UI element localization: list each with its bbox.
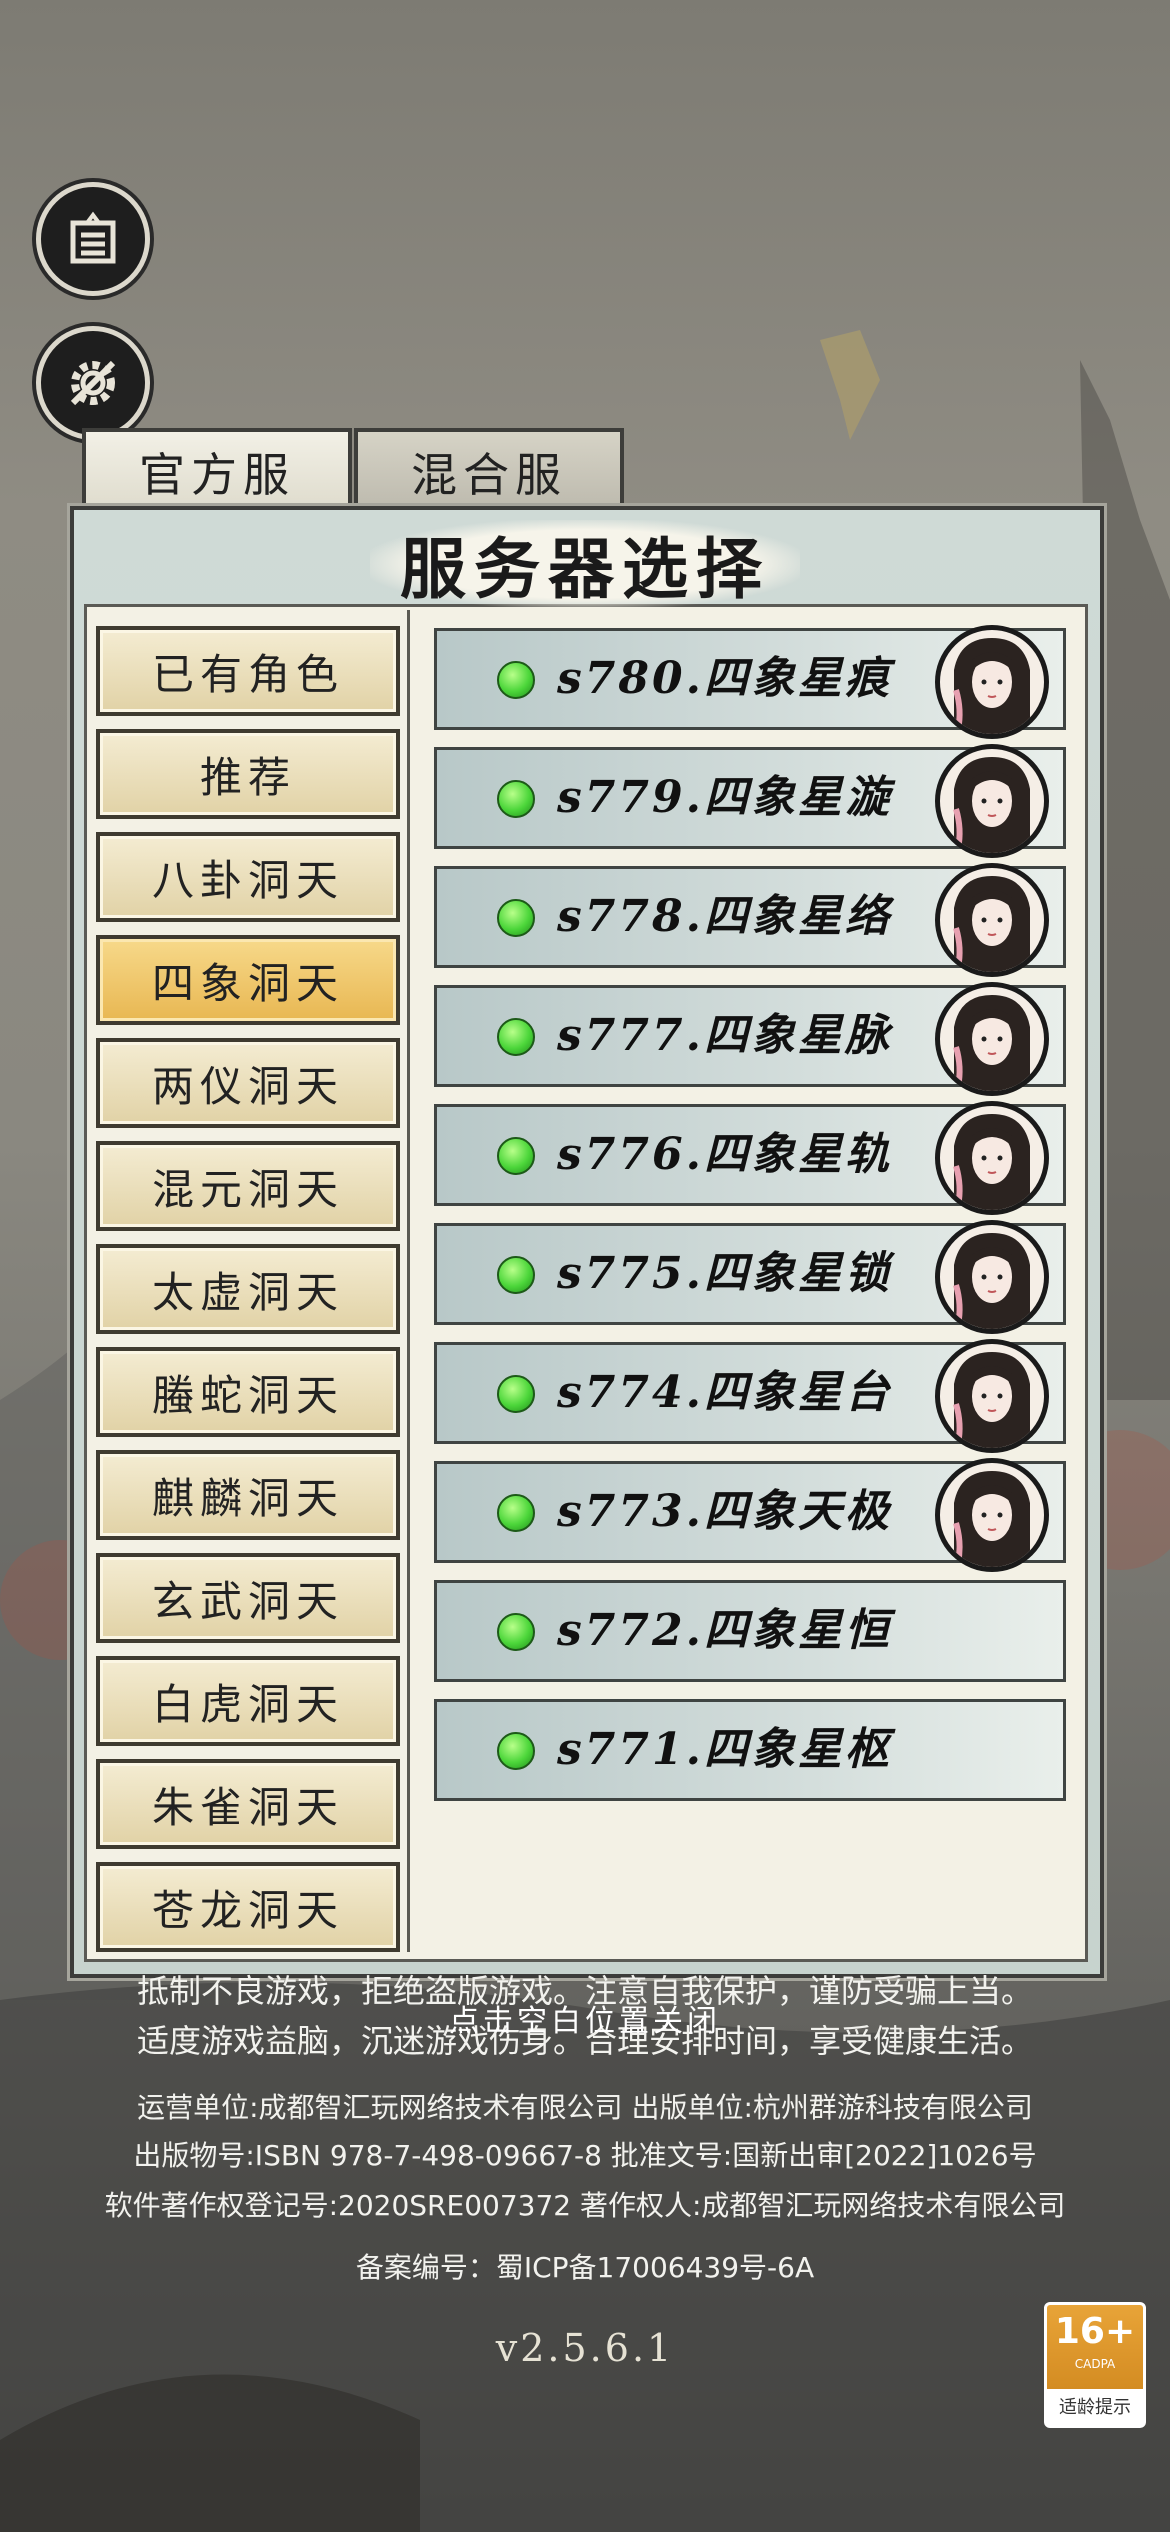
server-name: s774.四象星台 (557, 1367, 892, 1418)
panel-divider (407, 610, 410, 1952)
server-status-dot (497, 1018, 535, 1056)
server-name: s780.四象星痕 (557, 653, 892, 704)
category-button[interactable]: 朱雀洞天 (96, 1759, 400, 1849)
category-button[interactable]: 白虎洞天 (96, 1656, 400, 1746)
server-row[interactable]: s779.四象星漩 (434, 744, 1066, 858)
character-avatar (935, 1101, 1049, 1215)
category-button[interactable]: 已有角色 (96, 626, 400, 716)
panel-title: 服务器选择 (370, 520, 800, 608)
server-status-dot (497, 1732, 535, 1770)
category-button[interactable]: 两仪洞天 (96, 1038, 400, 1128)
server-row[interactable]: s771.四象星枢 (434, 1699, 1066, 1801)
server-status-dot (497, 1256, 535, 1294)
gear-wrench-icon (70, 360, 116, 406)
character-avatar (935, 744, 1049, 858)
server-row[interactable]: s774.四象星台 (434, 1339, 1066, 1453)
server-name: s773.四象天极 (557, 1486, 892, 1537)
category-button[interactable]: 螣蛇洞天 (96, 1347, 400, 1437)
age-rating-label: 适龄提示 (1059, 2397, 1131, 2418)
server-status-dot (497, 1613, 535, 1651)
server-row[interactable]: s778.四象星络 (434, 863, 1066, 977)
category-button[interactable]: 四象洞天 (96, 935, 400, 1025)
server-name: s779.四象星漩 (557, 772, 892, 823)
server-row[interactable]: s775.四象星锁 (434, 1220, 1066, 1334)
settings-button[interactable] (36, 326, 150, 440)
copyright-info: 软件著作权登记号:2020SRE007372 著作权人:成都智汇玩网络技术有限公… (104, 2189, 1066, 2222)
server-name: s771.四象星枢 (557, 1724, 892, 1775)
server-name: s776.四象星轨 (557, 1129, 892, 1180)
character-avatar (935, 863, 1049, 977)
server-name: s775.四象星锁 (557, 1248, 892, 1299)
server-row[interactable]: s772.四象星恒 (434, 1580, 1066, 1682)
character-avatar (935, 1339, 1049, 1453)
category-button[interactable]: 推荐 (96, 729, 400, 819)
age-rating-badge[interactable]: 16+ CADPA 适龄提示 (1044, 2302, 1146, 2428)
version-label: v2.5.6.1 (495, 2326, 675, 2370)
character-avatar (935, 625, 1049, 739)
server-status-dot (497, 1494, 535, 1532)
server-row[interactable]: s776.四象星轨 (434, 1101, 1066, 1215)
age-rating-number: 16+ (1054, 2311, 1136, 2352)
category-button[interactable]: 八卦洞天 (96, 832, 400, 922)
tab-mixed-server[interactable]: 混合服 (354, 428, 624, 512)
category-button[interactable]: 麒麟洞天 (96, 1450, 400, 1540)
character-avatar (935, 1220, 1049, 1334)
character-avatar (935, 982, 1049, 1096)
close-hint[interactable]: 点击空白位置关闭 (0, 1996, 1170, 2040)
server-name: s777.四象星脉 (557, 1010, 892, 1061)
category-button[interactable]: 太虚洞天 (96, 1244, 400, 1334)
server-name: s772.四象星恒 (557, 1605, 892, 1656)
server-status-dot (497, 1137, 535, 1175)
operator-info: 运营单位:成都智汇玩网络技术有限公司 出版单位:杭州群游科技有限公司 (137, 2091, 1033, 2124)
isbn-info: 出版物号:ISBN 978-7-498-09667-8 批准文号:国新出审[20… (133, 2139, 1037, 2172)
server-row[interactable]: s773.四象天极 (434, 1458, 1066, 1572)
server-status-dot (497, 899, 535, 937)
icp-info: 备案编号：蜀ICP备17006439号-6A (355, 2251, 815, 2284)
server-name: s778.四象星络 (557, 891, 892, 942)
category-button[interactable]: 混元洞天 (96, 1141, 400, 1231)
age-rating-org: CADPA (1074, 2357, 1116, 2371)
notice-board-icon (70, 211, 116, 264)
server-row[interactable]: s780.四象星痕 (434, 625, 1066, 739)
category-button[interactable]: 玄武洞天 (96, 1553, 400, 1643)
server-status-dot (497, 780, 535, 818)
notice-button[interactable] (36, 182, 150, 296)
server-status-dot (497, 661, 535, 699)
category-button[interactable]: 苍龙洞天 (96, 1862, 400, 1952)
character-avatar (935, 1458, 1049, 1572)
server-row[interactable]: s777.四象星脉 (434, 982, 1066, 1096)
tab-official-server[interactable]: 官方服 (82, 428, 352, 512)
server-status-dot (497, 1375, 535, 1413)
